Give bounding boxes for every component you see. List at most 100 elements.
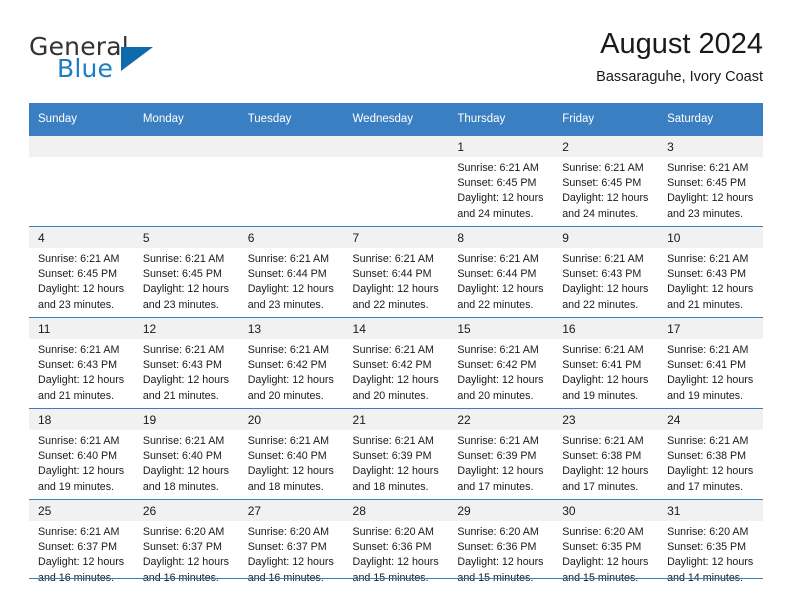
day-number: 28: [343, 500, 449, 521]
daylight-duration-line1: Daylight: 12 hours: [562, 192, 649, 205]
calendar-day-cell[interactable]: 23 Sunrise: 6:21 AM Sunset: 6:38 PM Dayligh…: [553, 408, 659, 500]
daylight-duration-line2: and 18 minutes.: [247, 480, 324, 493]
calendar-day-cell[interactable]: 14 Sunrise: 6:21 AM Sunset: 6:42 PM Dayligh…: [343, 317, 449, 409]
day-details: Sunrise: 6:21 AM Sunset: 6:45 PM Daylight:…: [658, 157, 763, 222]
calendar-day-cell[interactable]: 5 Sunrise: 6:21 AM Sunset: 6:45 PM Daylight…: [133, 226, 239, 318]
day-number: 25: [29, 500, 134, 521]
day-number: 27: [238, 500, 344, 521]
day-details: Sunrise: 6:21 AM Sunset: 6:39 PM Daylight:…: [448, 430, 553, 495]
sunrise-time: Sunrise: 6:20 AM: [352, 526, 434, 538]
day-details: Sunrise: 6:21 AM Sunset: 6:41 PM Daylight:…: [553, 339, 658, 404]
sunset-time: Sunset: 6:39 PM: [352, 450, 432, 463]
calendar-day-cell[interactable]: 18 Sunrise: 6:21 AM Sunset: 6:40 PM Dayligh…: [29, 408, 134, 500]
calendar-day-cell[interactable]: 26 Sunrise: 6:20 AM Sunset: 6:37 PM Dayligh…: [133, 499, 239, 590]
calendar-day-cell[interactable]: 2 Sunrise: 6:21 AM Sunset: 6:45 PM Daylight…: [553, 135, 659, 227]
calendar-day-cell[interactable]: 1 Sunrise: 6:21 AM Sunset: 6:45 PM Daylight…: [448, 135, 554, 227]
day-details: Sunrise: 6:21 AM Sunset: 6:42 PM Daylight:…: [344, 339, 449, 404]
calendar-body: 1 Sunrise: 6:21 AM Sunset: 6:45 PM Daylight…: [29, 135, 763, 590]
calendar-day-cell[interactable]: 22 Sunrise: 6:21 AM Sunset: 6:39 PM Dayligh…: [448, 408, 554, 500]
day-details: Sunrise: 6:21 AM Sunset: 6:43 PM Daylight:…: [29, 339, 134, 404]
sunset-time: Sunset: 6:43 PM: [142, 359, 222, 372]
calendar-day-cell[interactable]: 15 Sunrise: 6:21 AM Sunset: 6:42 PM Dayligh…: [448, 317, 554, 409]
sunset-time: Sunset: 6:44 PM: [352, 268, 432, 281]
weekday-header-wednesday: Wednesday: [343, 103, 449, 136]
calendar-day-cell[interactable]: 28 Sunrise: 6:20 AM Sunset: 6:36 PM Dayligh…: [343, 499, 449, 590]
sunrise-time: Sunrise: 6:21 AM: [38, 344, 120, 356]
day-number: 11: [29, 318, 134, 339]
day-details: Sunrise: 6:20 AM Sunset: 6:36 PM Daylight:…: [344, 521, 449, 586]
sunset-time: Sunset: 6:37 PM: [142, 541, 222, 554]
sunrise-time: Sunrise: 6:21 AM: [562, 344, 644, 356]
daylight-duration-line1: Daylight: 12 hours: [142, 374, 229, 387]
calendar-day-cell[interactable]: 25 Sunrise: 6:21 AM Sunset: 6:37 PM Dayligh…: [29, 499, 134, 590]
calendar-day-cell[interactable]: 16 Sunrise: 6:21 AM Sunset: 6:41 PM Dayligh…: [553, 317, 659, 409]
table-bottom-rule: [29, 578, 763, 579]
calendar-day-cell[interactable]: 24 Sunrise: 6:21 AM Sunset: 6:38 PM Dayligh…: [658, 408, 763, 500]
sunrise-time: Sunrise: 6:21 AM: [352, 253, 434, 265]
day-number: 16: [553, 318, 659, 339]
daylight-duration-line2: and 24 minutes.: [562, 207, 639, 220]
calendar-cell-empty: [343, 135, 449, 227]
calendar-day-cell[interactable]: 8 Sunrise: 6:21 AM Sunset: 6:44 PM Daylight…: [448, 226, 554, 318]
calendar-day-cell[interactable]: 3 Sunrise: 6:21 AM Sunset: 6:45 PM Daylight…: [658, 135, 763, 227]
sunrise-time: Sunrise: 6:21 AM: [38, 253, 120, 265]
daylight-duration-line1: Daylight: 12 hours: [667, 192, 754, 205]
calendar-day-cell[interactable]: 6 Sunrise: 6:21 AM Sunset: 6:44 PM Daylight…: [238, 226, 344, 318]
calendar-day-cell[interactable]: 19 Sunrise: 6:21 AM Sunset: 6:40 PM Dayligh…: [133, 408, 239, 500]
calendar-day-cell[interactable]: 20 Sunrise: 6:21 AM Sunset: 6:40 PM Dayligh…: [238, 408, 344, 500]
calendar-day-cell[interactable]: 21 Sunrise: 6:21 AM Sunset: 6:39 PM Dayligh…: [343, 408, 449, 500]
sunset-time: Sunset: 6:40 PM: [247, 450, 327, 463]
sunrise-time: Sunrise: 6:21 AM: [38, 435, 120, 447]
general-blue-logo[interactable]: General Blue: [29, 32, 259, 88]
calendar-week-row: 1 Sunrise: 6:21 AM Sunset: 6:45 PM Daylight…: [29, 135, 763, 227]
calendar-cell-empty: [29, 135, 134, 227]
calendar-day-cell[interactable]: 11 Sunrise: 6:21 AM Sunset: 6:43 PM Dayligh…: [29, 317, 134, 409]
calendar-day-cell[interactable]: 7 Sunrise: 6:21 AM Sunset: 6:44 PM Daylight…: [343, 226, 449, 318]
calendar-day-cell[interactable]: 9 Sunrise: 6:21 AM Sunset: 6:43 PM Daylight…: [553, 226, 659, 318]
daylight-duration-line2: and 17 minutes.: [667, 480, 744, 493]
calendar-day-cell[interactable]: 31 Sunrise: 6:20 AM Sunset: 6:35 PM Dayligh…: [658, 499, 763, 590]
day-number: 23: [553, 409, 659, 430]
sunset-time: Sunset: 6:42 PM: [352, 359, 432, 372]
day-details: Sunrise: 6:21 AM Sunset: 6:40 PM Daylight:…: [239, 430, 344, 495]
calendar-day-cell[interactable]: 12 Sunrise: 6:21 AM Sunset: 6:43 PM Dayligh…: [133, 317, 239, 409]
sunrise-time: Sunrise: 6:21 AM: [562, 435, 644, 447]
sunset-time: Sunset: 6:38 PM: [667, 450, 747, 463]
sunset-time: Sunset: 6:45 PM: [142, 268, 222, 281]
sunset-time: Sunset: 6:35 PM: [667, 541, 747, 554]
sunrise-time: Sunrise: 6:21 AM: [142, 253, 225, 265]
day-details: Sunrise: 6:21 AM Sunset: 6:43 PM Daylight:…: [134, 339, 239, 404]
calendar-day-cell[interactable]: 30 Sunrise: 6:20 AM Sunset: 6:35 PM Dayligh…: [553, 499, 659, 590]
day-details: Sunrise: 6:21 AM Sunset: 6:41 PM Daylight:…: [658, 339, 763, 404]
daylight-duration-line1: Daylight: 12 hours: [247, 556, 334, 569]
sunset-time: Sunset: 6:37 PM: [38, 541, 118, 554]
sunset-time: Sunset: 6:35 PM: [562, 541, 642, 554]
daylight-duration-line2: and 19 minutes.: [562, 389, 639, 402]
day-details: Sunrise: 6:21 AM Sunset: 6:45 PM Daylight:…: [448, 157, 553, 222]
day-details: Sunrise: 6:21 AM Sunset: 6:43 PM Daylight:…: [658, 248, 763, 313]
calendar-day-cell[interactable]: 13 Sunrise: 6:21 AM Sunset: 6:42 PM Dayligh…: [238, 317, 344, 409]
day-details: Sunrise: 6:21 AM Sunset: 6:45 PM Daylight:…: [134, 248, 239, 313]
day-number: 22: [448, 409, 554, 430]
sunrise-time: Sunrise: 6:21 AM: [667, 253, 749, 265]
daylight-duration-line2: and 23 minutes.: [247, 298, 324, 311]
day-details: Sunrise: 6:20 AM Sunset: 6:35 PM Daylight:…: [658, 521, 763, 586]
day-details: Sunrise: 6:21 AM Sunset: 6:42 PM Daylight:…: [239, 339, 344, 404]
sunrise-time: Sunrise: 6:21 AM: [352, 344, 434, 356]
sunset-time: Sunset: 6:41 PM: [667, 359, 747, 372]
day-number: 12: [133, 318, 239, 339]
daylight-duration-line2: and 17 minutes.: [562, 480, 639, 493]
day-details: Sunrise: 6:21 AM Sunset: 6:39 PM Daylight:…: [344, 430, 449, 495]
sunset-time: Sunset: 6:44 PM: [247, 268, 327, 281]
weekday-header-thursday: Thursday: [448, 103, 554, 136]
daylight-duration-line1: Daylight: 12 hours: [352, 283, 439, 296]
calendar-day-cell[interactable]: 10 Sunrise: 6:21 AM Sunset: 6:43 PM Dayligh…: [658, 226, 763, 318]
calendar-day-cell[interactable]: 27 Sunrise: 6:20 AM Sunset: 6:37 PM Dayligh…: [238, 499, 344, 590]
calendar-day-cell[interactable]: 17 Sunrise: 6:21 AM Sunset: 6:41 PM Dayligh…: [658, 317, 763, 409]
sunrise-time: Sunrise: 6:21 AM: [247, 344, 330, 356]
day-number: [343, 136, 449, 157]
sunrise-time: Sunrise: 6:21 AM: [667, 435, 749, 447]
day-number: 10: [658, 227, 763, 248]
calendar-day-cell[interactable]: 4 Sunrise: 6:21 AM Sunset: 6:45 PM Daylight…: [29, 226, 134, 318]
calendar-day-cell[interactable]: 29 Sunrise: 6:20 AM Sunset: 6:36 PM Dayligh…: [448, 499, 554, 590]
